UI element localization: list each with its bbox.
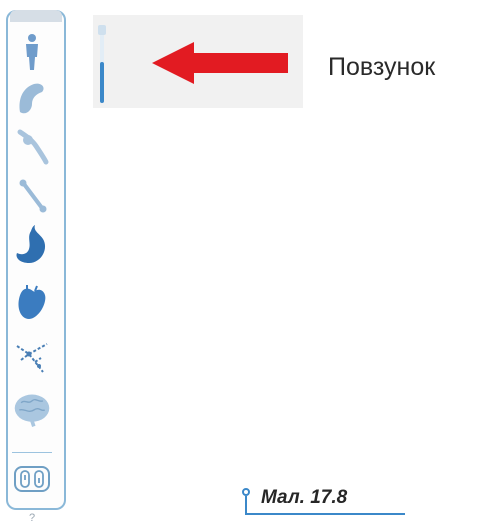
caption-stem (245, 496, 247, 514)
figure-caption: Мал. 17.8 (261, 487, 348, 508)
body-tool-button[interactable] (12, 32, 52, 72)
caption-underline (245, 513, 405, 515)
bone-icon (19, 179, 47, 213)
slider-handle[interactable] (98, 25, 106, 35)
muscle-tool-button[interactable] (12, 126, 52, 166)
toolbar-handle[interactable] (10, 10, 62, 22)
slider-label: Повзунок (328, 53, 436, 81)
heart-tool-button[interactable] (12, 284, 52, 324)
heart-icon (18, 285, 46, 319)
slider-fill (100, 62, 104, 103)
stomach-icon (16, 225, 46, 263)
toolbar-divider (12, 452, 52, 453)
help-button[interactable]: ? (26, 512, 38, 524)
muscle-icon (17, 129, 49, 165)
toggle-button[interactable] (14, 466, 50, 492)
caption-marker (242, 488, 250, 496)
skin-icon (19, 83, 44, 114)
brain-tool-button[interactable] (12, 390, 52, 430)
skin-tool-button[interactable] (12, 78, 52, 118)
stomach-tool-button[interactable] (12, 224, 52, 264)
nerves-tool-button[interactable] (12, 336, 52, 376)
pointer-arrow-icon (152, 42, 288, 84)
bone-tool-button[interactable] (12, 176, 52, 216)
toggle-icon (20, 470, 44, 488)
brain-icon (14, 394, 50, 427)
body-icon (26, 34, 38, 70)
nerves-icon (16, 343, 48, 373)
